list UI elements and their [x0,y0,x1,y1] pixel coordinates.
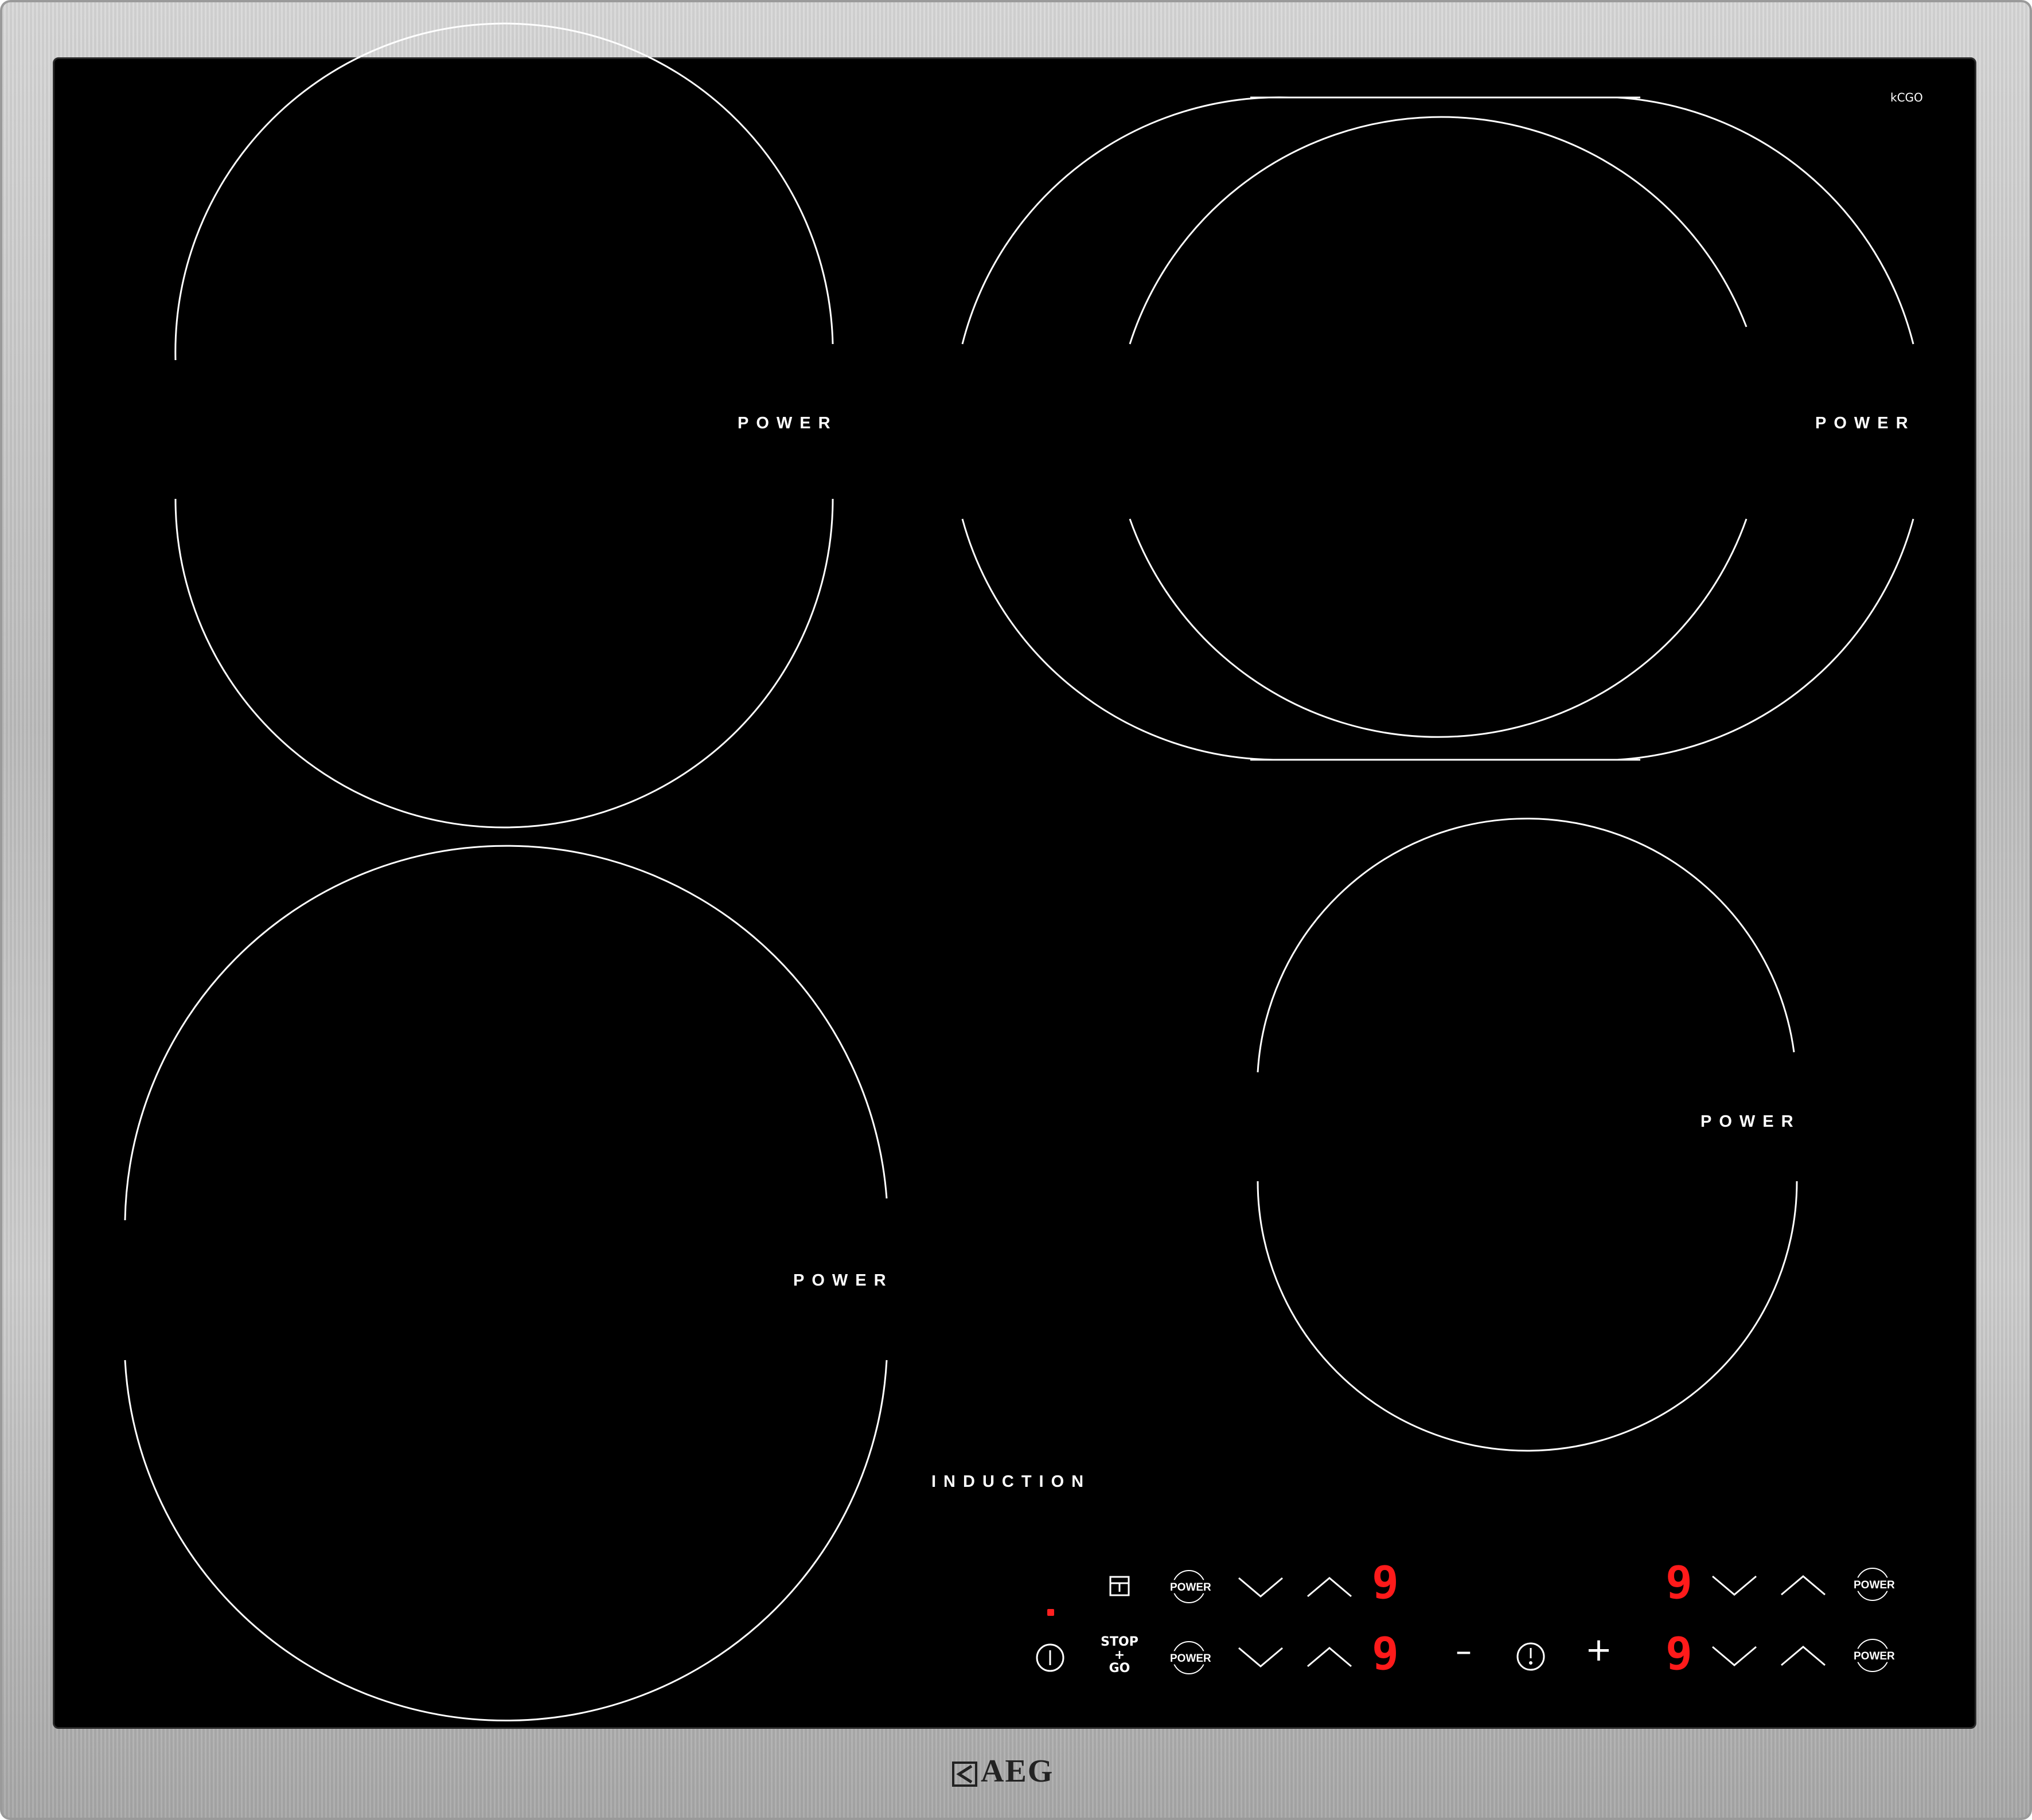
chevron-down-icon[interactable] [1711,1645,1757,1667]
aeg-emblem-icon [952,1762,977,1787]
zone-top-left-arc-top [174,22,834,361]
zone-top-right-outer-right-arc-top [1617,96,1914,345]
chevron-up-icon[interactable] [1306,1646,1352,1669]
power-button-front-left[interactable]: POWER [1170,1570,1211,1606]
timer-button[interactable] [1515,1641,1546,1672]
zone-top-left-arc-bottom [174,498,834,829]
lock-button[interactable] [1107,1573,1132,1599]
zone-top-right-outer-left-arc-bottom [961,518,1274,761]
indicator-led [1047,1609,1054,1616]
chevron-down-icon[interactable] [1711,1574,1757,1597]
chevron-down-icon[interactable] [1238,1576,1284,1599]
zone-top-right-inner-arc-top [1129,116,1748,345]
zone-bottom-left-power-label: POWER [793,1271,894,1290]
induction-label: INDUCTION [931,1473,1091,1491]
lock-icon [1109,1576,1130,1596]
zone-bottom-left-arc-top [124,845,888,1221]
cooking-zones [124,22,1914,1722]
zone-bottom-right-arc-top [1257,818,1795,1073]
chevron-up-icon[interactable] [1780,1574,1826,1597]
power-button-rear-left[interactable]: POWER [1170,1641,1211,1677]
stop-go-plus: + [1114,1648,1125,1662]
power-button-label: POWER [1170,1581,1211,1594]
zone-top-right-outer-right-arc-bottom [1617,518,1914,761]
on-off-icon [1036,1643,1064,1672]
power-button-label: POWER [1854,1650,1895,1662]
display-front-right: 9 [1666,1557,1692,1609]
display-rear-right: 9 [1666,1628,1692,1680]
zone-top-right-outer-left-arc-top [961,96,1290,345]
brand-logo: AEG [952,1753,1054,1789]
power-button-label: POWER [1170,1653,1211,1665]
timer-icon [1516,1642,1545,1671]
go-label: GO [1109,1661,1130,1676]
display-front-left: 9 [1372,1557,1399,1609]
timer-minus-button[interactable]: – [1451,1635,1476,1667]
on-off-button[interactable] [1035,1642,1066,1673]
zone-bottom-right-power-label: POWER [1701,1112,1801,1131]
zone-bottom-right-arc-bottom [1257,1181,1798,1452]
kcgo-mark: kCGO [1890,91,1923,104]
power-button-label: POWER [1854,1579,1895,1591]
chevron-down-icon[interactable] [1238,1646,1284,1669]
zone-top-left-power-label: POWER [738,414,838,432]
display-rear-left: 9 [1372,1628,1399,1680]
stop-go-button[interactable]: STOP + GO [1097,1635,1142,1675]
zone-top-right-inner-arc-bottom [1129,518,1748,738]
zone-bottom-left-arc-bottom [124,1360,888,1722]
timer-plus-button[interactable]: + [1585,1634,1612,1666]
chevron-up-icon[interactable] [1306,1576,1352,1599]
brand-name: AEG [981,1753,1054,1789]
zone-top-right-power-label: POWER [1815,414,1916,432]
power-button-rear-right[interactable]: POWER [1854,1639,1895,1674]
power-button-front-right[interactable]: POWER [1854,1568,1895,1603]
chevron-up-icon[interactable] [1780,1645,1826,1667]
stop-label: STOP [1101,1635,1138,1649]
